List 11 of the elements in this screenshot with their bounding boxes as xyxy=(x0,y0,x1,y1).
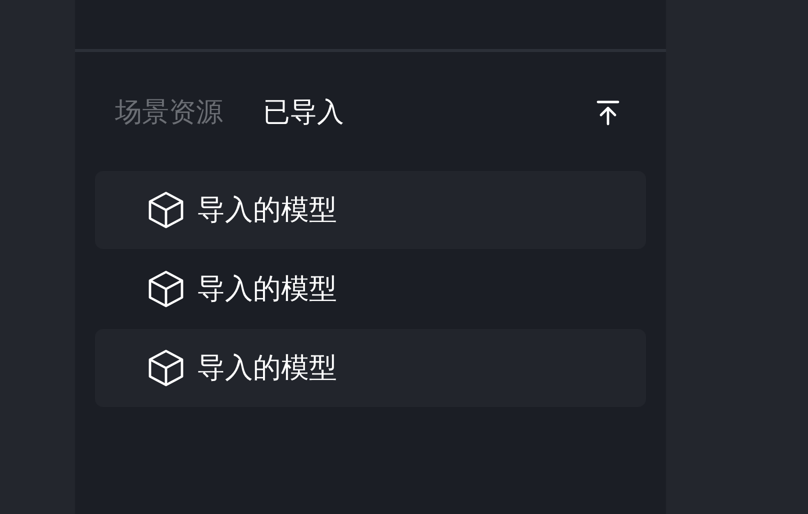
scroll-to-top-icon[interactable] xyxy=(596,100,620,126)
cube-icon xyxy=(148,191,184,229)
cube-icon xyxy=(148,349,184,387)
model-list-item[interactable]: 导入的模型 xyxy=(95,250,646,328)
model-list-item[interactable]: 导入的模型 xyxy=(95,171,646,249)
model-list-item[interactable]: 导入的模型 xyxy=(95,329,646,407)
model-name: 导入的模型 xyxy=(197,192,337,228)
cube-icon xyxy=(148,270,184,308)
model-name: 导入的模型 xyxy=(197,350,337,386)
model-name: 导入的模型 xyxy=(197,271,337,307)
tab[interactable]: 已导入 xyxy=(263,95,344,131)
